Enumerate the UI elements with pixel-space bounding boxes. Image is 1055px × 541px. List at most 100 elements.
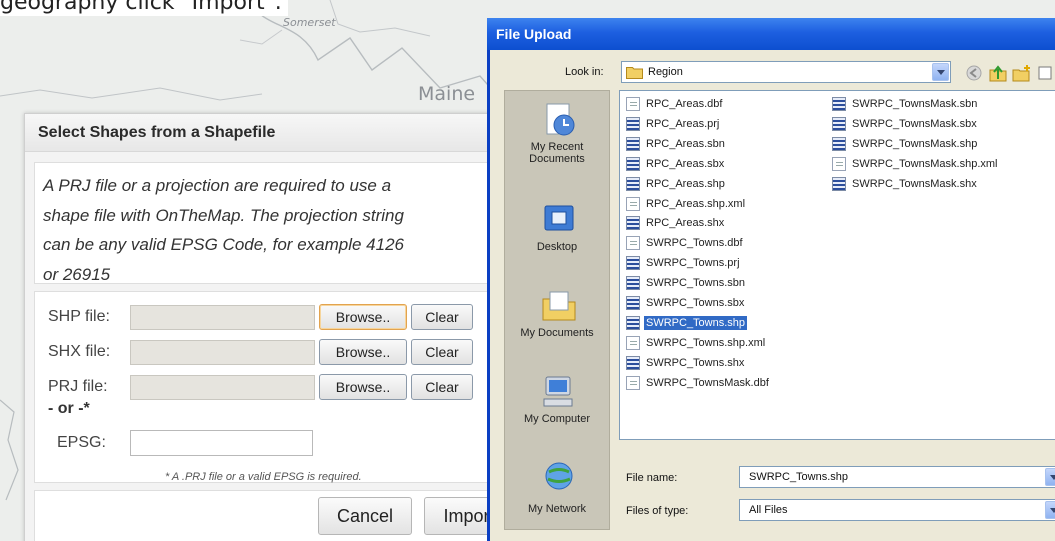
document-file-icon	[832, 156, 846, 171]
shapefile-icon	[626, 296, 640, 310]
place-my-network[interactable]: My Network	[505, 459, 609, 541]
required-note: * A .PRJ file or a valid EPSG is require…	[165, 471, 362, 483]
shx-file-field[interactable]	[130, 340, 315, 365]
my-documents-icon	[542, 291, 576, 321]
shp-clear-button[interactable]: Clear	[411, 304, 473, 330]
shp-file-label: SHP file:	[48, 308, 110, 325]
my-network-icon	[545, 462, 573, 490]
file-name: RPC_Areas.shp	[646, 177, 725, 190]
chevron-down-icon[interactable]	[932, 63, 949, 81]
chevron-down-icon[interactable]	[1045, 501, 1055, 519]
file-name: SWRPC_Towns.shp	[644, 315, 748, 330]
file-name: SWRPC_Towns.shx	[646, 356, 745, 369]
document-file-icon	[626, 236, 640, 251]
select-shapes-dialog: Select Shapes from a Shapefile A PRJ fil…	[24, 113, 514, 541]
file-name: RPC_Areas.shx	[646, 217, 725, 230]
file-name: SWRPC_TownsMask.shp.xml	[852, 157, 998, 170]
my-computer-icon	[543, 376, 573, 407]
projection-info-text: A PRJ file or a projection are required …	[34, 162, 504, 284]
file-name: SWRPC_Towns.shp.xml	[646, 336, 766, 349]
back-icon[interactable]	[964, 64, 984, 82]
file-upload-toolbar	[960, 62, 1055, 84]
shapefile-icon	[626, 256, 640, 271]
file-name: SWRPC_Towns.sbx	[646, 297, 745, 309]
instruction-caption: geography click "Import".	[0, 0, 288, 16]
shapefile-icon	[626, 116, 640, 131]
place-label: My Documents	[520, 327, 594, 339]
place-my-recent-documents[interactable]: My Recent Documents	[505, 101, 609, 185]
file-name: SWRPC_Towns.dbf	[646, 237, 743, 250]
shp-file-field[interactable]	[130, 305, 315, 330]
file-name: SWRPC_Towns.prj	[646, 257, 740, 270]
shapefile-icon	[626, 355, 640, 370]
shx-file-label: SHX file:	[48, 343, 111, 360]
new-folder-icon[interactable]	[1012, 64, 1032, 82]
chevron-down-icon[interactable]	[1045, 468, 1055, 486]
shp-file-row: SHP file: Browse.. Clear	[35, 304, 503, 330]
file-name: RPC_Areas.dbf	[646, 98, 723, 110]
shx-clear-button[interactable]: Clear	[411, 339, 473, 365]
place-desktop[interactable]: Desktop	[505, 201, 609, 285]
shapefile-icon	[832, 116, 846, 131]
desktop-icon	[544, 205, 574, 231]
shapefile-form: SHP file: Browse.. Clear SHX file: Brows…	[34, 291, 504, 483]
file-list[interactable]: RPC_Areas.dbf RPC_Areas.prj RPC_Areas.sbn R…	[619, 90, 1055, 440]
look-in-dropdown[interactable]: Region	[621, 61, 951, 83]
place-my-documents[interactable]: My Documents	[505, 287, 609, 371]
file-name: SWRPC_TownsMask.sbn	[852, 98, 978, 110]
document-file-icon	[626, 375, 640, 390]
prj-file-row: PRJ file: Browse.. Clear	[35, 374, 503, 400]
info-line: can be any valid EPSG Code, for example …	[43, 235, 404, 254]
files-of-type-dropdown[interactable]: All Files	[739, 499, 1055, 521]
look-in-label: Look in:	[565, 66, 604, 78]
file-name: SWRPC_TownsMask.shp	[852, 137, 978, 150]
file-name-input[interactable]: SWRPC_Towns.shp	[739, 466, 1055, 488]
view-menu-icon[interactable]	[1036, 64, 1055, 82]
shapefile-icon	[626, 276, 640, 291]
file-name: SWRPC_TownsMask.dbf	[646, 376, 769, 389]
file-name-value: SWRPC_Towns.shp	[749, 471, 849, 483]
file-name-label: File name:	[626, 472, 678, 484]
shapefile-icon	[832, 97, 846, 111]
shx-file-row: SHX file: Browse.. Clear	[35, 339, 503, 365]
map-label-maine: Maine	[418, 83, 476, 105]
files-of-type-value: All Files	[749, 504, 788, 516]
prj-browse-button[interactable]: Browse..	[319, 374, 407, 400]
prj-file-field[interactable]	[130, 375, 315, 400]
info-line: shape file with OnTheMap. The projection…	[43, 205, 404, 225]
shapefile-icon	[626, 176, 640, 191]
cancel-button[interactable]: Cancel	[318, 497, 412, 535]
file-name: RPC_Areas.sbx	[646, 157, 725, 170]
files-of-type-label: Files of type:	[626, 505, 689, 517]
shapefile-icon	[832, 136, 846, 151]
document-file-icon	[626, 196, 640, 211]
prj-clear-button[interactable]: Clear	[411, 374, 473, 400]
place-label: My Recent Documents	[529, 141, 585, 165]
shp-browse-button[interactable]: Browse..	[319, 304, 407, 330]
document-file-icon	[626, 97, 640, 111]
epsg-input[interactable]	[130, 430, 313, 456]
file-upload-window: File Upload Look in: Region My Recent Do…	[487, 18, 1055, 541]
file-name: SWRPC_Towns.sbn	[646, 277, 746, 290]
shapefile-icon	[626, 136, 640, 151]
prj-file-label: PRJ file:	[48, 378, 108, 395]
info-line: A PRJ file or a projection are required …	[43, 176, 392, 195]
shx-browse-button[interactable]: Browse..	[319, 339, 407, 365]
file-name: RPC_Areas.shp.xml	[646, 197, 746, 210]
place-label: My Computer	[523, 413, 591, 425]
shapefile-icon	[626, 216, 640, 231]
file-name: SWRPC_TownsMask.sbx	[852, 117, 977, 130]
dialog-title: Select Shapes from a Shapefile	[25, 114, 493, 152]
up-folder-icon[interactable]	[988, 64, 1008, 82]
file-name: RPC_Areas.sbn	[646, 137, 725, 150]
file-name: SWRPC_TownsMask.shx	[852, 177, 977, 190]
place-my-computer[interactable]: My Computer	[505, 373, 609, 457]
map-label-somerset: Somerset	[283, 16, 336, 29]
places-bar: My Recent Documents Desktop My Documents…	[504, 90, 610, 530]
info-line: or 26915	[43, 264, 111, 284]
file-upload-titlebar[interactable]: File Upload	[487, 18, 1055, 50]
recent-documents-icon	[546, 103, 575, 136]
dialog-footer: Cancel Import	[34, 490, 514, 541]
document-file-icon	[626, 335, 640, 350]
shapefile-icon	[626, 315, 640, 330]
